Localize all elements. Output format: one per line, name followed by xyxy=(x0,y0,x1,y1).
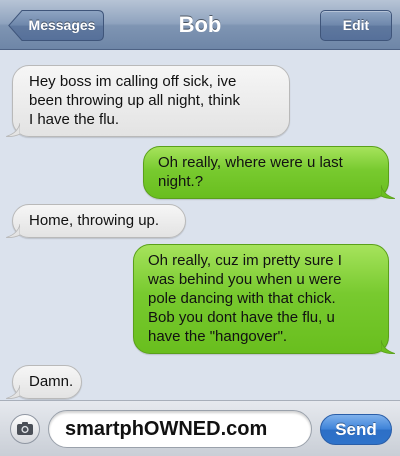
message-bubble-received: Home, throwing up. xyxy=(6,204,186,238)
bubble-tail xyxy=(6,224,20,238)
edit-button[interactable]: Edit xyxy=(320,10,392,41)
message-line: Oh really, cuz im pretty sure I xyxy=(148,252,342,269)
back-button[interactable]: Messages xyxy=(8,10,104,41)
message-line: Damn. xyxy=(29,373,74,390)
send-button[interactable]: Send xyxy=(320,414,392,445)
bubble-tail xyxy=(381,340,395,354)
message-input-bar: smartphOWNED.com Send xyxy=(0,400,400,456)
message-line: Home, throwing up. xyxy=(29,212,160,229)
message-bubble-sent: Oh really, where were u last night.? xyxy=(143,146,395,199)
message-line: I have the flu. xyxy=(29,111,120,128)
message-bubble-sent: Oh really, cuz im pretty sure I was behi… xyxy=(133,244,395,354)
message-line: been throwing up all night, think xyxy=(29,92,240,109)
message-line: Oh really, where were u last xyxy=(158,154,343,171)
bubble-tail xyxy=(381,185,395,199)
back-button-label: Messages xyxy=(28,17,96,33)
message-line: was behind you when u were xyxy=(148,271,342,288)
message-line: night.? xyxy=(158,173,204,190)
message-line: Bob you dont have the flu, u xyxy=(148,309,335,326)
conversation-title: Bob xyxy=(178,12,222,37)
navigation-bar: Messages Bob Edit xyxy=(0,0,400,50)
message-list: Hey boss im calling off sick, ive been t… xyxy=(0,51,400,399)
message-line: have the "hangover". xyxy=(148,328,288,345)
message-line: Hey boss im calling off sick, ive xyxy=(29,73,237,90)
bubble-tail xyxy=(6,123,20,137)
message-bubble-received: Hey boss im calling off sick, ive been t… xyxy=(6,65,290,137)
message-line: pole dancing with that chick. xyxy=(148,290,336,307)
message-bubble-received: Damn. xyxy=(6,365,82,399)
message-text-field[interactable]: smartphOWNED.com xyxy=(48,410,312,448)
camera-icon xyxy=(17,422,33,435)
camera-button[interactable] xyxy=(10,414,40,444)
bubble-tail xyxy=(6,385,20,399)
